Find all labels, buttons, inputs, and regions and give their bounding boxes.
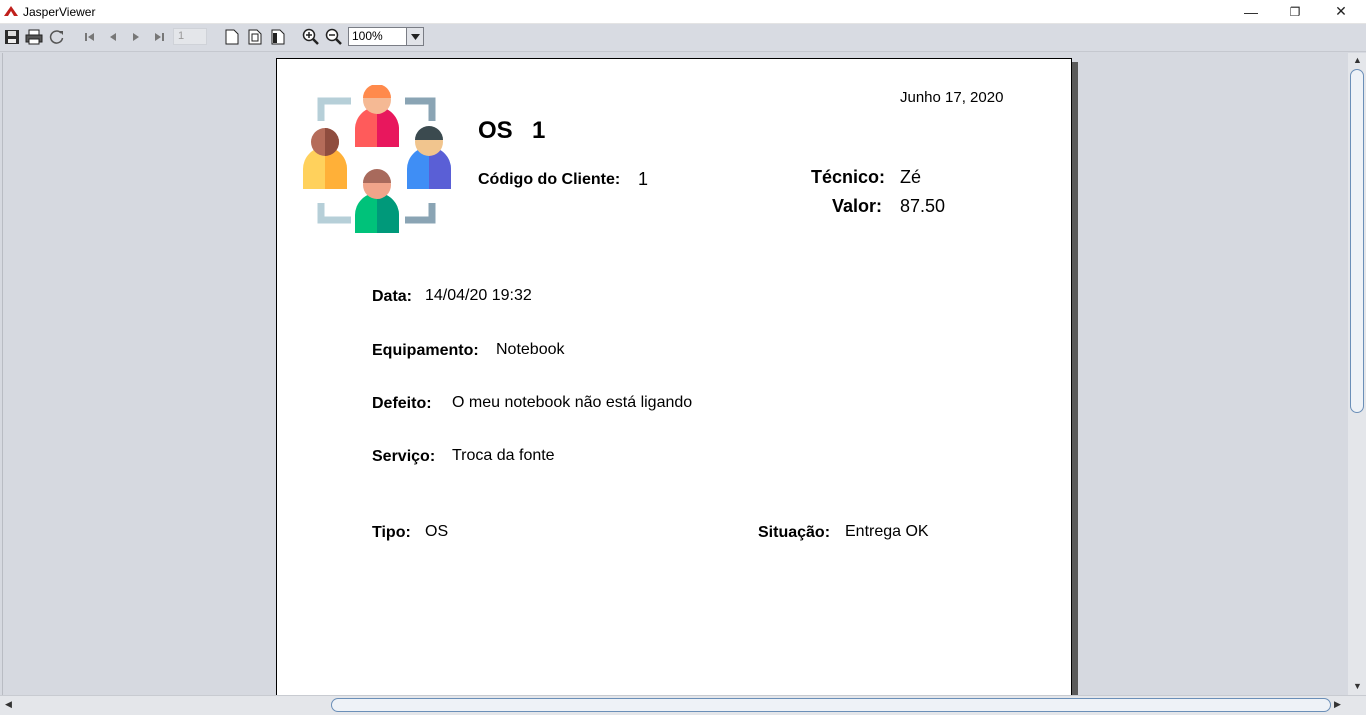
jasper-app-icon <box>4 6 18 16</box>
data-value: 14/04/20 19:32 <box>425 287 532 304</box>
scroll-down-icon[interactable]: ▼ <box>1353 681 1362 691</box>
os-title-label: OS <box>478 117 513 144</box>
valor-value: 87.50 <box>900 196 946 216</box>
servico-value: Troca da fonte <box>452 447 555 464</box>
cliente-label: Código do Cliente: <box>478 171 621 188</box>
vertical-scroll-thumb[interactable] <box>1350 69 1364 413</box>
viewer-toolbar: 1 100% <box>0 24 1366 52</box>
defeito-value: O meu notebook não está ligando <box>452 394 693 411</box>
equipamento-label: Equipamento: <box>372 342 479 359</box>
close-button[interactable]: ✕ <box>1318 0 1364 23</box>
horizontal-scrollbar[interactable]: ◀ ▶ <box>0 695 1366 715</box>
data-label: Data: <box>372 288 413 305</box>
actual-size-button[interactable] <box>222 27 242 47</box>
scroll-right-icon[interactable]: ▶ <box>1334 699 1341 710</box>
minimize-button[interactable]: — <box>1228 0 1274 23</box>
print-icon <box>25 29 43 45</box>
report-page: Junho 17, 2020 OS 1 Código do Cliente: 1… <box>276 58 1072 695</box>
zoom-in-icon <box>302 28 319 45</box>
vertical-scrollbar[interactable]: ▲ ▼ <box>1348 53 1366 695</box>
report-viewport: Junho 17, 2020 OS 1 Código do Cliente: 1… <box>2 53 1349 695</box>
scroll-left-icon[interactable]: ◀ <box>5 699 12 710</box>
restore-icon: ❐ <box>1289 4 1301 19</box>
print-button[interactable] <box>24 27 44 47</box>
reload-button[interactable] <box>47 27 67 47</box>
fit-width-button[interactable] <box>268 27 288 47</box>
first-page-button[interactable] <box>80 27 100 47</box>
tipo-label: Tipo: <box>372 524 411 541</box>
save-icon <box>5 30 19 44</box>
servico-label: Serviço: <box>372 448 436 465</box>
actual-size-icon <box>225 29 239 45</box>
minimize-icon: — <box>1244 3 1258 20</box>
next-page-icon <box>133 33 139 41</box>
chevron-down-icon <box>410 33 420 40</box>
fit-width-icon <box>271 29 285 45</box>
previous-page-icon <box>110 33 116 41</box>
window-title: JasperViewer <box>23 5 96 19</box>
equipamento-value: Notebook <box>496 341 565 358</box>
valor-label: Valor: <box>832 196 883 216</box>
first-page-icon <box>85 33 94 41</box>
reload-icon <box>49 30 64 44</box>
save-button[interactable] <box>2 27 22 47</box>
zoom-dropdown-button[interactable] <box>406 28 423 45</box>
situacao-value: Entrega OK <box>845 523 929 540</box>
fit-page-button[interactable] <box>245 27 265 47</box>
team-logo-icon <box>303 85 451 233</box>
zoom-out-icon <box>325 28 342 45</box>
last-page-icon <box>155 33 164 41</box>
zoom-in-button[interactable] <box>301 27 321 47</box>
close-icon: ✕ <box>1335 3 1347 19</box>
os-number: 1 <box>532 117 546 144</box>
zoom-out-button[interactable] <box>324 27 344 47</box>
report-date: Junho 17, 2020 <box>900 89 1004 106</box>
tecnico-label: Técnico: <box>811 167 886 187</box>
restore-button[interactable]: ❐ <box>1272 0 1318 23</box>
tipo-value: OS <box>425 523 449 540</box>
scroll-up-icon[interactable]: ▲ <box>1353 55 1362 65</box>
zoom-select[interactable]: 100% <box>348 27 424 46</box>
horizontal-scroll-thumb[interactable] <box>331 698 1331 712</box>
tecnico-value: Zé <box>900 167 922 187</box>
fit-page-icon <box>248 29 262 45</box>
situacao-label: Situação: <box>758 524 831 541</box>
previous-page-button[interactable] <box>103 27 123 47</box>
title-bar: JasperViewer — ❐ ✕ <box>0 0 1366 24</box>
last-page-button[interactable] <box>149 27 169 47</box>
page-number-input[interactable]: 1 <box>173 28 207 45</box>
defeito-label: Defeito: <box>372 395 432 412</box>
cliente-value: 1 <box>638 169 649 189</box>
next-page-button[interactable] <box>126 27 146 47</box>
zoom-value: 100% <box>352 29 383 43</box>
